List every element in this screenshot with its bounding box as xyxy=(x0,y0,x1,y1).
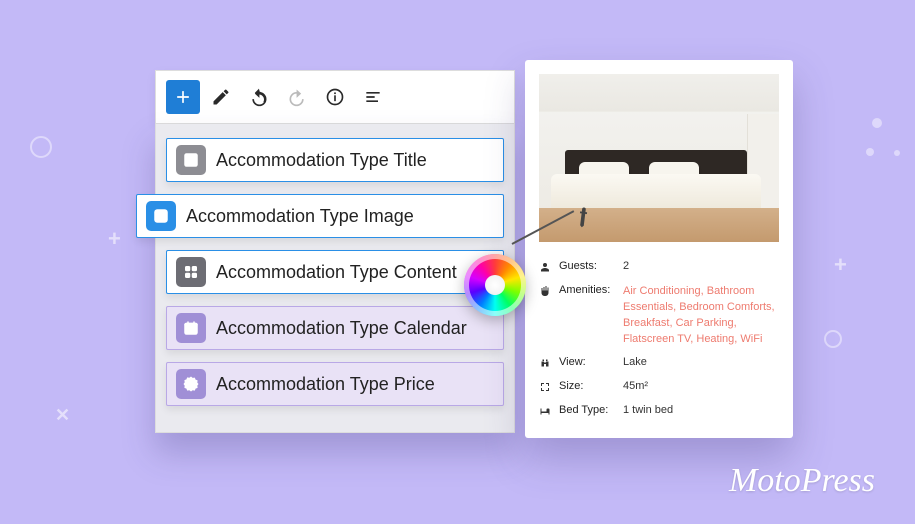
spec-value: 2 xyxy=(623,256,779,280)
spec-label: Size: xyxy=(559,376,623,400)
add-block-button[interactable] xyxy=(166,80,200,114)
bed-icon xyxy=(539,405,551,417)
info-icon xyxy=(325,87,345,107)
block-accommodation-price[interactable]: Accommodation Type Price xyxy=(166,362,504,406)
pencil-square-icon xyxy=(176,145,206,175)
undo-icon xyxy=(249,87,269,107)
block-accommodation-image[interactable]: Accommodation Type Image xyxy=(136,194,504,238)
spec-value: 45m² xyxy=(623,376,779,400)
outline-button[interactable] xyxy=(356,80,390,114)
deco-dot xyxy=(872,118,882,128)
spec-row-guests: Guests: 2 xyxy=(539,256,779,280)
block-accommodation-title[interactable]: Accommodation Type Title xyxy=(166,138,504,182)
undo-button[interactable] xyxy=(242,80,276,114)
block-editor: Accommodation Type Title Accommodation T… xyxy=(155,70,515,433)
spec-value: 1 twin bed xyxy=(623,400,779,424)
spec-label: Amenities: xyxy=(559,280,623,352)
calendar-icon xyxy=(176,313,206,343)
block-label: Accommodation Type Price xyxy=(216,374,435,395)
deco-circle xyxy=(824,330,842,348)
redo-button[interactable] xyxy=(280,80,314,114)
grid-icon xyxy=(176,257,206,287)
spec-row-size: Size: 45m² xyxy=(539,376,779,400)
block-accommodation-content[interactable]: Accommodation Type Content xyxy=(166,250,504,294)
spec-row-view: View: Lake xyxy=(539,352,779,376)
spec-table: Guests: 2 Amenities: Air Conditioning, B… xyxy=(539,256,779,424)
block-label: Accommodation Type Calendar xyxy=(216,318,467,339)
binoculars-icon xyxy=(539,357,551,369)
block-label: Accommodation Type Title xyxy=(216,150,427,171)
deco-dot xyxy=(866,148,874,156)
spec-value: Lake xyxy=(623,352,779,376)
deco-dot xyxy=(894,150,900,156)
info-button[interactable] xyxy=(318,80,352,114)
deco-plus: + xyxy=(108,228,121,250)
image-icon xyxy=(146,201,176,231)
badge-percent-icon xyxy=(176,369,206,399)
block-label: Accommodation Type Content xyxy=(216,262,457,283)
deco-circle xyxy=(30,136,52,158)
edit-button[interactable] xyxy=(204,80,238,114)
editor-toolbar xyxy=(155,70,515,124)
editor-body: Accommodation Type Title Accommodation T… xyxy=(155,124,515,433)
spec-value: Air Conditioning, Bathroom Essentials, B… xyxy=(623,285,775,345)
plus-icon xyxy=(173,87,193,107)
deco-x: ✕ xyxy=(55,406,70,424)
redo-icon xyxy=(287,87,307,107)
brand-logo: MotoPress xyxy=(729,462,875,500)
expand-icon xyxy=(539,381,551,393)
deco-plus: + xyxy=(834,254,847,276)
spec-row-amenities: Amenities: Air Conditioning, Bathroom Es… xyxy=(539,280,779,352)
spec-label: Bed Type: xyxy=(559,400,623,424)
color-wheel-icon xyxy=(464,254,526,316)
block-label: Accommodation Type Image xyxy=(186,206,414,227)
spec-label: Guests: xyxy=(559,256,623,280)
pencil-icon xyxy=(211,87,231,107)
accommodation-preview-card: Guests: 2 Amenities: Air Conditioning, B… xyxy=(525,60,793,438)
spec-row-bedtype: Bed Type: 1 twin bed xyxy=(539,400,779,424)
hand-icon xyxy=(539,285,551,297)
outline-icon xyxy=(363,87,383,107)
block-accommodation-calendar[interactable]: Accommodation Type Calendar xyxy=(166,306,504,350)
user-icon xyxy=(539,261,551,273)
spec-label: View: xyxy=(559,352,623,376)
